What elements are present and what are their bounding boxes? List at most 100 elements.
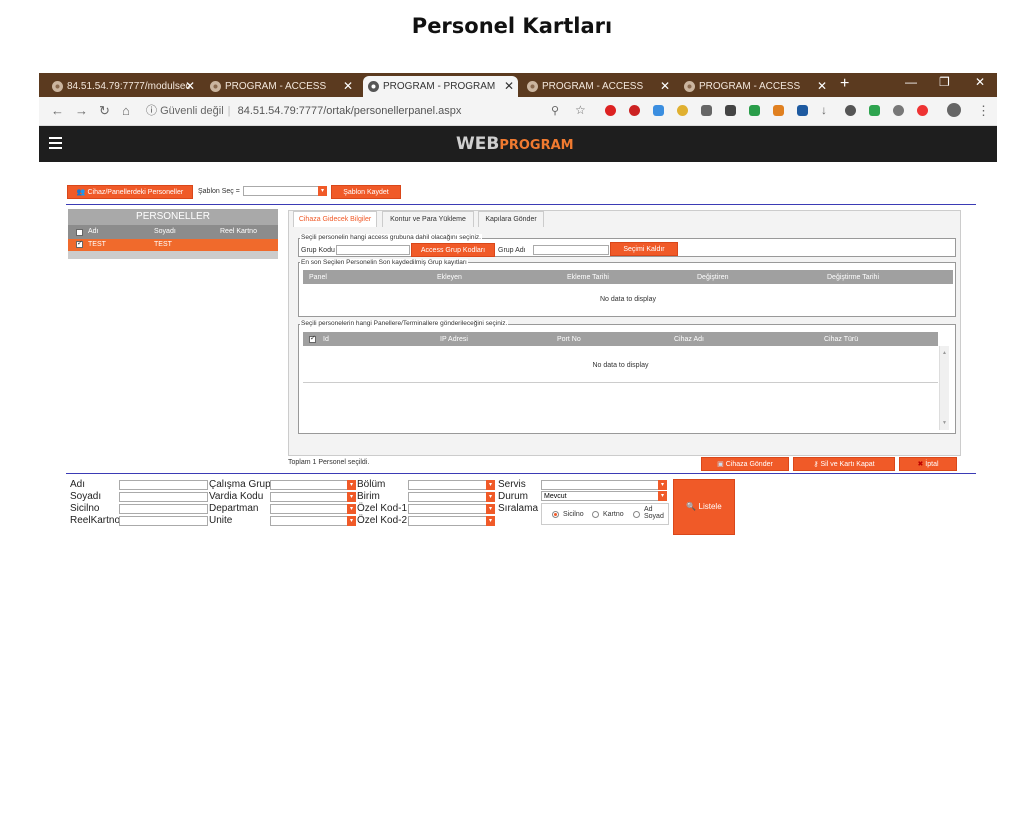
extension-icon[interactable] bbox=[677, 105, 688, 116]
close-icon[interactable]: ✕ bbox=[185, 76, 195, 97]
close-icon[interactable]: ✕ bbox=[504, 76, 514, 97]
extension-icon[interactable] bbox=[725, 105, 736, 116]
template-select[interactable]: ▾ bbox=[243, 186, 327, 196]
table-row[interactable]: TEST TEST bbox=[68, 239, 278, 251]
column-header[interactable]: Cihaz Adı bbox=[674, 336, 704, 343]
select-all-checkbox[interactable] bbox=[309, 334, 316, 343]
column-header[interactable]: Değiştirme Tarihi bbox=[827, 274, 879, 281]
globe-icon bbox=[368, 81, 379, 92]
forward-icon[interactable]: → bbox=[75, 103, 88, 118]
ozel-kod-1-select[interactable]: ▾ bbox=[408, 504, 495, 514]
servis-select[interactable]: ▾ bbox=[541, 480, 667, 490]
column-header[interactable]: Reel Kartno bbox=[220, 228, 257, 235]
row-checkbox[interactable] bbox=[76, 239, 83, 248]
save-template-button[interactable]: Şablon Kaydet bbox=[331, 185, 401, 199]
unite-select[interactable]: ▾ bbox=[270, 516, 356, 526]
extension-icon[interactable] bbox=[749, 105, 760, 116]
tab-device-info[interactable]: Cihaza Gidecek Bilgiler bbox=[293, 211, 377, 227]
durum-value: Mevcut bbox=[544, 493, 567, 500]
close-icon[interactable]: ✕ bbox=[660, 76, 670, 97]
reload-icon[interactable]: ↻ bbox=[99, 103, 110, 119]
cancel-button[interactable]: ✖ İptal bbox=[899, 457, 957, 471]
delete-close-card-button[interactable]: ⚷ Sil ve Kartı Kapat bbox=[793, 457, 895, 471]
column-header[interactable]: Panel bbox=[309, 274, 327, 281]
filter-label-unite: Unite bbox=[209, 515, 233, 526]
column-header[interactable]: Adı bbox=[88, 228, 99, 235]
select-all-checkbox[interactable] bbox=[76, 229, 83, 236]
browser-tab-active[interactable]: PROGRAM - PROGRAM ✕ bbox=[363, 76, 518, 97]
device-personnel-button[interactable]: 👥 Cihaz/Panellerdeki Personeller bbox=[67, 185, 193, 199]
column-header[interactable]: IP Adresi bbox=[440, 336, 468, 343]
group-code-label: Grup Kodu bbox=[301, 247, 335, 254]
soyad-input[interactable] bbox=[119, 492, 208, 502]
extension-icon[interactable] bbox=[797, 105, 808, 116]
restore-icon[interactable]: ❐ bbox=[939, 75, 950, 89]
extension-icon[interactable] bbox=[893, 105, 904, 116]
close-window-icon[interactable]: ✕ bbox=[975, 75, 985, 89]
bookmark-star-icon[interactable]: ☆ bbox=[575, 103, 586, 117]
sicilno-input[interactable] bbox=[119, 504, 208, 514]
browser-tab[interactable]: PROGRAM - ACCESS ✕ bbox=[522, 76, 674, 97]
sort-ad-soyad-radio[interactable] bbox=[633, 511, 640, 518]
birim-select[interactable]: ▾ bbox=[408, 492, 495, 502]
extension-icon[interactable] bbox=[653, 105, 664, 116]
ozel-kod-2-select[interactable]: ▾ bbox=[408, 516, 495, 526]
column-header[interactable]: Değiştiren bbox=[697, 274, 729, 281]
ad-input[interactable] bbox=[119, 480, 208, 490]
calisma-grup-select[interactable]: ▾ bbox=[270, 480, 356, 490]
adblock-icon[interactable] bbox=[629, 105, 640, 116]
download-icon[interactable]: ↓ bbox=[821, 103, 827, 117]
back-icon[interactable]: ← bbox=[51, 103, 64, 118]
extension-icon[interactable] bbox=[605, 105, 616, 116]
chevron-down-icon: ▾ bbox=[347, 516, 356, 526]
sort-option-label: Ad Soyad bbox=[644, 506, 664, 520]
hamburger-menu-icon[interactable] bbox=[49, 137, 62, 151]
vardiya-kodu-select[interactable]: ▾ bbox=[270, 492, 356, 502]
sort-kartno-radio[interactable] bbox=[592, 511, 599, 518]
url-text: 84.51.54.79:7777/ortak/personellerpanel.… bbox=[237, 105, 462, 117]
extension-icon[interactable] bbox=[701, 105, 712, 116]
column-header[interactable]: Id bbox=[323, 336, 329, 343]
scroll-up-icon[interactable]: ▲ bbox=[942, 350, 947, 356]
minimize-icon[interactable]: — bbox=[905, 75, 917, 89]
durum-select[interactable]: Mevcut ▾ bbox=[541, 491, 667, 501]
scroll-down-icon[interactable]: ▼ bbox=[942, 420, 947, 426]
column-header[interactable]: Ekleme Tarihi bbox=[567, 274, 609, 281]
group-name-input[interactable] bbox=[533, 245, 609, 255]
departman-select[interactable]: ▾ bbox=[270, 504, 356, 514]
column-header[interactable]: Port No bbox=[557, 336, 581, 343]
scrollbar[interactable]: ▲ ▼ bbox=[939, 346, 949, 430]
extension-icon[interactable] bbox=[773, 105, 784, 116]
sort-sicilno-radio[interactable] bbox=[552, 511, 559, 518]
filter-label-durum: Durum bbox=[498, 491, 529, 502]
zoom-icon[interactable]: ⚲ bbox=[551, 104, 559, 117]
avatar[interactable] bbox=[947, 103, 961, 117]
browser-tab[interactable]: PROGRAM - ACCESS ✕ bbox=[679, 76, 831, 97]
tab-credit-loading[interactable]: Kontur ve Para Yükleme bbox=[382, 211, 474, 227]
bolum-select[interactable]: ▾ bbox=[408, 480, 495, 490]
home-icon[interactable]: ⌂ bbox=[122, 103, 130, 118]
filter-label-servis: Servis bbox=[498, 479, 526, 490]
last-groups-grid-header: Panel Ekleyen Ekleme Tarihi Değiştiren D… bbox=[303, 270, 953, 284]
column-header[interactable]: Cihaz Türü bbox=[824, 336, 858, 343]
extension-icon[interactable] bbox=[845, 105, 856, 116]
close-icon[interactable]: ✕ bbox=[343, 76, 353, 97]
browser-tab[interactable]: 84.51.54.79:7777/modulsec ✕ bbox=[47, 76, 199, 97]
close-icon[interactable]: ✕ bbox=[817, 76, 827, 97]
url-field[interactable]: ⓘ Güvenli değil | 84.51.54.79:7777/ortak/… bbox=[146, 101, 546, 121]
extension-icon[interactable] bbox=[869, 105, 880, 116]
list-button[interactable]: 🔍 Listele bbox=[673, 479, 735, 535]
group-code-input[interactable] bbox=[336, 245, 410, 255]
column-header[interactable]: Soyadı bbox=[154, 228, 176, 235]
tab-send-doors[interactable]: Kapılara Gönder bbox=[478, 211, 544, 227]
extension-icon[interactable] bbox=[917, 105, 928, 116]
remove-selection-button[interactable]: Seçimi Kaldır bbox=[610, 242, 678, 256]
send-device-button[interactable]: ▣ Cihaza Gönder bbox=[701, 457, 789, 471]
access-group-codes-button[interactable]: Access Grup Kodları bbox=[411, 243, 495, 257]
menu-icon[interactable]: ⋮ bbox=[977, 103, 990, 119]
template-label: Şablon Seç = bbox=[198, 188, 240, 195]
reelkartno-input[interactable] bbox=[119, 516, 208, 526]
column-header[interactable]: Ekleyen bbox=[437, 274, 462, 281]
new-tab-button[interactable]: + bbox=[840, 75, 849, 93]
browser-tab[interactable]: PROGRAM - ACCESS ✕ bbox=[205, 76, 357, 97]
